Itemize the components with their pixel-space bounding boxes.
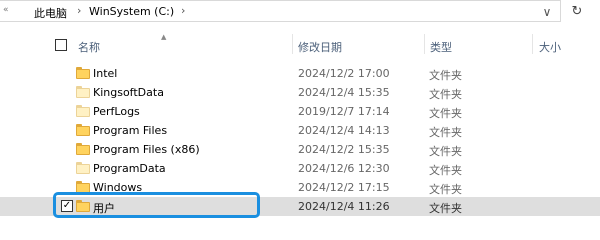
file-date: 2024/12/4 15:35 <box>298 86 390 99</box>
file-type: 文件夹 <box>429 107 462 120</box>
breadcrumb-this-pc[interactable]: 此电脑 <box>34 5 67 21</box>
column-divider[interactable] <box>532 34 533 54</box>
file-date: 2024/12/6 12:30 <box>298 162 390 175</box>
breadcrumb-separator-icon[interactable]: › <box>77 4 81 17</box>
file-date: 2024/12/4 14:13 <box>298 124 390 137</box>
file-type: 文件夹 <box>429 88 462 101</box>
file-row[interactable]: PerfLogs 2019/12/7 17:14 文件夹 <box>0 102 600 121</box>
file-type: 文件夹 <box>429 145 462 158</box>
refresh-icon[interactable]: ↻ <box>565 0 589 22</box>
column-header-type[interactable]: 类型 <box>430 39 452 55</box>
file-name: Intel <box>93 67 118 80</box>
column-divider[interactable] <box>292 34 293 54</box>
folder-icon <box>76 124 90 136</box>
file-row[interactable]: ProgramData 2024/12/6 12:30 文件夹 <box>0 159 600 178</box>
file-name: PerfLogs <box>93 105 140 118</box>
file-type: 文件夹 <box>429 202 462 215</box>
folder-icon <box>76 143 90 155</box>
file-type: 文件夹 <box>429 69 462 82</box>
file-name: Program Files <box>93 124 168 137</box>
folder-icon <box>76 105 90 117</box>
column-header-name[interactable]: 名称 <box>78 39 100 55</box>
file-row[interactable]: Intel 2024/12/2 17:00 文件夹 <box>0 64 600 83</box>
column-header-size[interactable]: 大小 <box>539 39 561 55</box>
highlight-box <box>53 192 260 218</box>
column-header-date[interactable]: 修改日期 <box>298 39 342 55</box>
overflow-chevron-icon[interactable]: « <box>3 5 9 15</box>
file-date: 2024/12/2 15:35 <box>298 143 390 156</box>
address-bar[interactable]: « 此电脑 › WinSystem (C:) › ∨ <box>0 0 561 22</box>
file-name: Program Files (x86) <box>93 143 200 156</box>
file-type: 文件夹 <box>429 164 462 177</box>
file-row[interactable]: Program Files (x86) 2024/12/2 15:35 文件夹 <box>0 140 600 159</box>
folder-icon <box>76 67 90 79</box>
file-date: 2024/12/2 17:00 <box>298 67 390 80</box>
file-name: KingsoftData <box>93 86 164 99</box>
file-type: 文件夹 <box>429 126 462 139</box>
breadcrumb-separator-icon[interactable]: › <box>181 4 185 17</box>
folder-icon <box>76 86 90 98</box>
address-bar-area: « 此电脑 › WinSystem (C:) › ∨ ↻ <box>0 0 600 22</box>
file-date: 2024/12/4 11:26 <box>298 200 390 213</box>
file-name: ProgramData <box>93 162 166 175</box>
select-all-checkbox[interactable] <box>55 39 67 51</box>
folder-icon <box>76 162 90 174</box>
breadcrumb-drive[interactable]: WinSystem (C:) <box>89 5 174 18</box>
file-type: 文件夹 <box>429 183 462 196</box>
file-row[interactable]: Program Files 2024/12/4 14:13 文件夹 <box>0 121 600 140</box>
sort-up-icon: ▲ <box>161 33 167 41</box>
address-dropdown-icon[interactable]: ∨ <box>534 1 560 22</box>
file-date: 2019/12/7 17:14 <box>298 105 390 118</box>
file-date: 2024/12/2 17:15 <box>298 181 390 194</box>
file-row[interactable]: KingsoftData 2024/12/4 15:35 文件夹 <box>0 83 600 102</box>
column-divider[interactable] <box>424 34 425 54</box>
